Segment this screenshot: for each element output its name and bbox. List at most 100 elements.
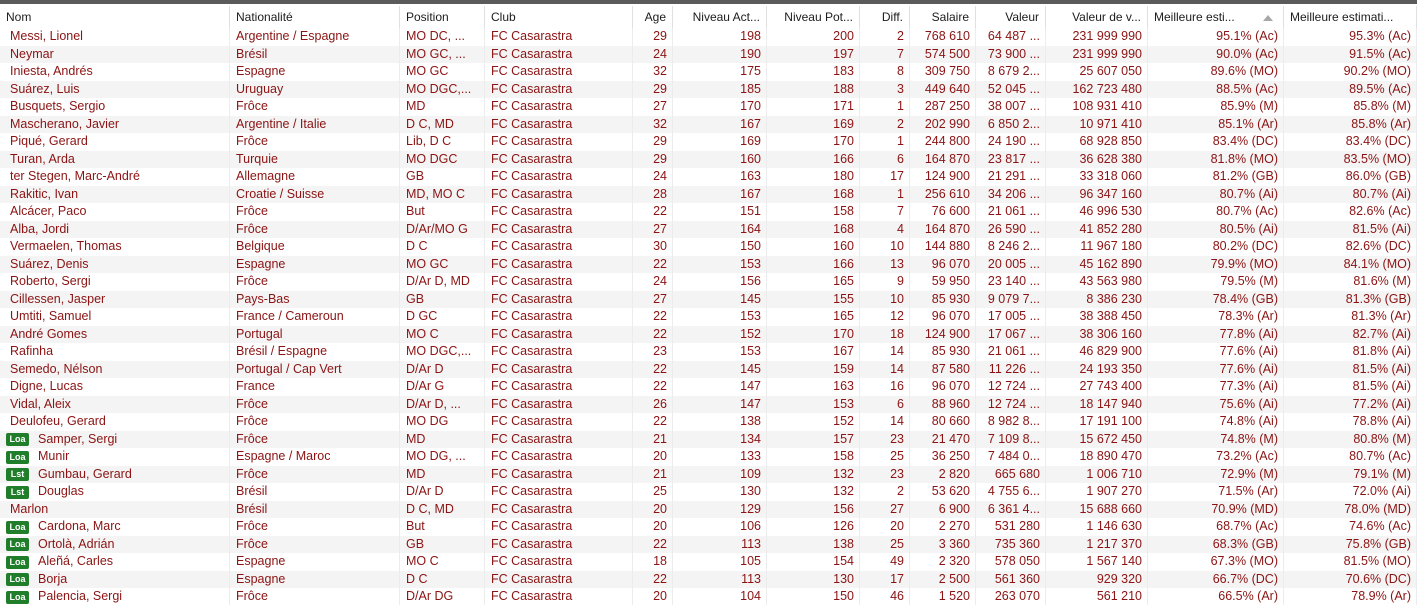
player-name-link[interactable]: Aleñá, Carles <box>38 553 113 571</box>
column-header-position[interactable]: Position <box>400 6 485 28</box>
cell-position: D C <box>406 571 428 586</box>
player-name-link[interactable]: Alcácer, Paco <box>10 203 86 221</box>
column-header-best_est2[interactable]: Meilleure estimati... <box>1284 6 1417 28</box>
column-header-name[interactable]: Nom <box>0 6 230 28</box>
cell-age: 24 <box>653 274 667 288</box>
column-header-potential_level[interactable]: Niveau Pot... <box>767 6 860 28</box>
table-row[interactable]: Rakitic, Ivan Croatie / Suisse MD, MO C FC … <box>0 185 1417 204</box>
cell-nationality: Brésil <box>236 46 268 61</box>
player-name-link[interactable]: Vidal, Aleix <box>10 396 71 414</box>
player-name-link[interactable]: Roberto, Sergi <box>10 273 91 291</box>
player-name-link[interactable]: Ortolà, Adrián <box>38 536 114 554</box>
player-name-link[interactable]: Digne, Lucas <box>10 378 83 396</box>
cell-current_level: 145 <box>740 291 761 306</box>
player-name-link[interactable]: Deulofeu, Gerard <box>10 413 106 431</box>
table-row[interactable]: Loa Cardona, Marc Frôce But FC Casarastra 20 1… <box>0 518 1417 536</box>
table-row[interactable]: ter Stegen, Marc-André Allemagne GB FC Casa… <box>0 168 1417 186</box>
table-row[interactable]: Deulofeu, Gerard Frôce MO DG FC Casarastra 2… <box>0 413 1417 431</box>
table-row[interactable]: André Gomes Portugal MO C FC Casarastra 22 15… <box>0 325 1417 344</box>
cell-diff: 1 <box>897 99 904 113</box>
table-row[interactable]: Umtiti, Samuel France / Cameroun D GC FC Ca… <box>0 308 1417 326</box>
cell-position: MO DG <box>406 414 449 428</box>
player-name-link[interactable]: Vermaelen, Thomas <box>10 238 122 256</box>
player-name-link[interactable]: Borja <box>38 571 67 589</box>
table-row[interactable]: Loa Ortolà, Adrián Frôce GB FC Casarastra 22 1… <box>0 535 1417 554</box>
table-row[interactable]: Suárez, Luis Uruguay MO DGC,... FC Casarast… <box>0 80 1417 99</box>
table-row[interactable]: Loa Borja Espagne D C FC Casarastra 22 113 130 1… <box>0 570 1417 589</box>
player-name-link[interactable]: Douglas <box>38 483 84 501</box>
cell-age: 22 <box>653 309 667 323</box>
player-name-link[interactable]: Piqué, Gerard <box>10 133 88 151</box>
player-name-link[interactable]: Gumbau, Gerard <box>38 466 132 484</box>
player-name-link[interactable]: Marlon <box>10 501 48 519</box>
player-name-link[interactable]: Umtiti, Samuel <box>10 308 91 326</box>
column-header-value[interactable]: Valeur <box>976 6 1046 28</box>
table-row[interactable]: Lst Gumbau, Gerard Frôce MD FC Casarastra 21 1… <box>0 465 1417 484</box>
table-row[interactable]: Loa Munir Espagne / Maroc MO DG, ... FC Casa… <box>0 448 1417 466</box>
player-name-link[interactable]: Suárez, Luis <box>10 81 79 99</box>
cell-name: Turan, Arda <box>0 151 230 169</box>
table-row[interactable]: Neymar Brésil MO GC, ... FC Casarastra 24 190… <box>0 45 1417 64</box>
cell-salary: 449 640 <box>924 81 970 96</box>
table-row[interactable]: Rafinha Brésil / Espagne MO DGC,... FC Casa… <box>0 343 1417 361</box>
player-name-link[interactable]: Cillessen, Jasper <box>10 291 105 309</box>
player-name-link[interactable]: Mascherano, Javier <box>10 116 119 134</box>
column-header-age[interactable]: Age <box>633 6 673 28</box>
table-row[interactable]: Loa Aleñá, Carles Espagne MO C FC Casarastra… <box>0 553 1417 571</box>
cell-diff: 8 <box>897 64 904 78</box>
player-name-link[interactable]: André Gomes <box>10 326 87 344</box>
column-header-current_level[interactable]: Niveau Act... <box>673 6 767 28</box>
player-name-link[interactable]: Samper, Sergi <box>38 431 117 449</box>
cell-current_level: 147 <box>740 379 761 393</box>
player-name-link[interactable]: Suárez, Denis <box>10 256 89 274</box>
table-row[interactable]: Loa Palencia, Sergi Frôce D/Ar DG FC Casaras… <box>0 588 1417 606</box>
column-divider <box>859 28 860 605</box>
player-name-link[interactable]: Palencia, Sergi <box>38 588 122 606</box>
loan-status-badge: Lst <box>6 485 29 499</box>
column-header-value_v[interactable]: Valeur de v... <box>1046 6 1148 28</box>
cell-value_v: 231 999 990 <box>1072 29 1142 43</box>
player-name-link[interactable]: Rafinha <box>10 343 53 361</box>
cell-nationality: Brésil <box>236 501 268 516</box>
cell-best_est: 89.6% (MO) <box>1210 64 1278 78</box>
player-name-link[interactable]: Turan, Arda <box>10 151 75 169</box>
table-row[interactable]: Iniesta, Andrés Espagne MO GC FC Casarastra… <box>0 63 1417 81</box>
table-row[interactable]: Vidal, Aleix Frôce D/Ar D, ... FC Casarastr… <box>0 395 1417 414</box>
table-row[interactable]: Digne, Lucas France D/Ar G FC Casarastra 22 1… <box>0 378 1417 396</box>
table-row[interactable]: Piqué, Gerard Frôce Lib, D C FC Casarastra 2… <box>0 133 1417 151</box>
table-row[interactable]: Lst Douglas Brésil D/Ar D FC Casarastra 25 130… <box>0 483 1417 501</box>
table-row[interactable]: Loa Samper, Sergi Frôce MD FC Casarastra 21 13… <box>0 430 1417 449</box>
table-row[interactable]: Messi, Lionel Argentine / Espagne MO DC, .… <box>0 28 1417 46</box>
cell-name: Loa Cardona, Marc <box>0 518 230 536</box>
column-header-salary[interactable]: Salaire <box>910 6 976 28</box>
player-name-link[interactable]: Rakitic, Ivan <box>10 186 78 204</box>
column-header-club[interactable]: Club <box>485 6 633 28</box>
table-row[interactable]: Vermaelen, Thomas Belgique D C FC Casarastr… <box>0 238 1417 256</box>
table-row[interactable]: Roberto, Sergi Frôce D/Ar D, MD FC Casarast… <box>0 273 1417 291</box>
table-row[interactable]: Semedo, Nélson Portugal / Cap Vert D/Ar D F… <box>0 360 1417 379</box>
column-header-nationality[interactable]: Nationalité <box>230 6 400 28</box>
table-row[interactable]: Turan, Arda Turquie MO DGC FC Casarastra 29 1… <box>0 150 1417 169</box>
column-header-diff[interactable]: Diff. <box>860 6 910 28</box>
table-row[interactable]: Alcácer, Paco Frôce But FC Casarastra 22 151 1… <box>0 203 1417 221</box>
cell-best_est2: 81.3% (Ar) <box>1351 309 1411 323</box>
player-name-link[interactable]: Messi, Lionel <box>10 28 83 46</box>
table-row[interactable]: Marlon Brésil D C, MD FC Casarastra 20 129 156… <box>0 500 1417 519</box>
player-name-link[interactable]: Alba, Jordi <box>10 221 69 239</box>
table-row[interactable]: Mascherano, Javier Argentine / Italie D C,… <box>0 115 1417 134</box>
table-row[interactable]: Busquets, Sergio Frôce MD FC Casarastra 27 17… <box>0 98 1417 116</box>
cell-current_level: 170 <box>740 99 761 113</box>
player-name-link[interactable]: Iniesta, Andrés <box>10 63 93 81</box>
table-row[interactable]: Alba, Jordi Frôce D/Ar/MO G FC Casarastra 27… <box>0 220 1417 239</box>
player-name-link[interactable]: Cardona, Marc <box>38 518 121 536</box>
table-row[interactable]: Cillessen, Jasper Pays-Bas GB FC Casarastra… <box>0 290 1417 309</box>
player-name-link[interactable]: Busquets, Sergio <box>10 98 105 116</box>
player-name-link[interactable]: ter Stegen, Marc-André <box>10 168 140 186</box>
player-name-link[interactable]: Munir <box>38 448 69 466</box>
cell-salary: 202 990 <box>924 116 970 131</box>
player-name-link[interactable]: Semedo, Nélson <box>10 361 102 379</box>
player-name-link[interactable]: Neymar <box>10 46 54 64</box>
column-header-best_est[interactable]: Meilleure esti... <box>1148 6 1284 28</box>
cell-position: But <box>406 519 425 533</box>
table-row[interactable]: Suárez, Denis Espagne MO GC FC Casarastra 22… <box>0 255 1417 274</box>
